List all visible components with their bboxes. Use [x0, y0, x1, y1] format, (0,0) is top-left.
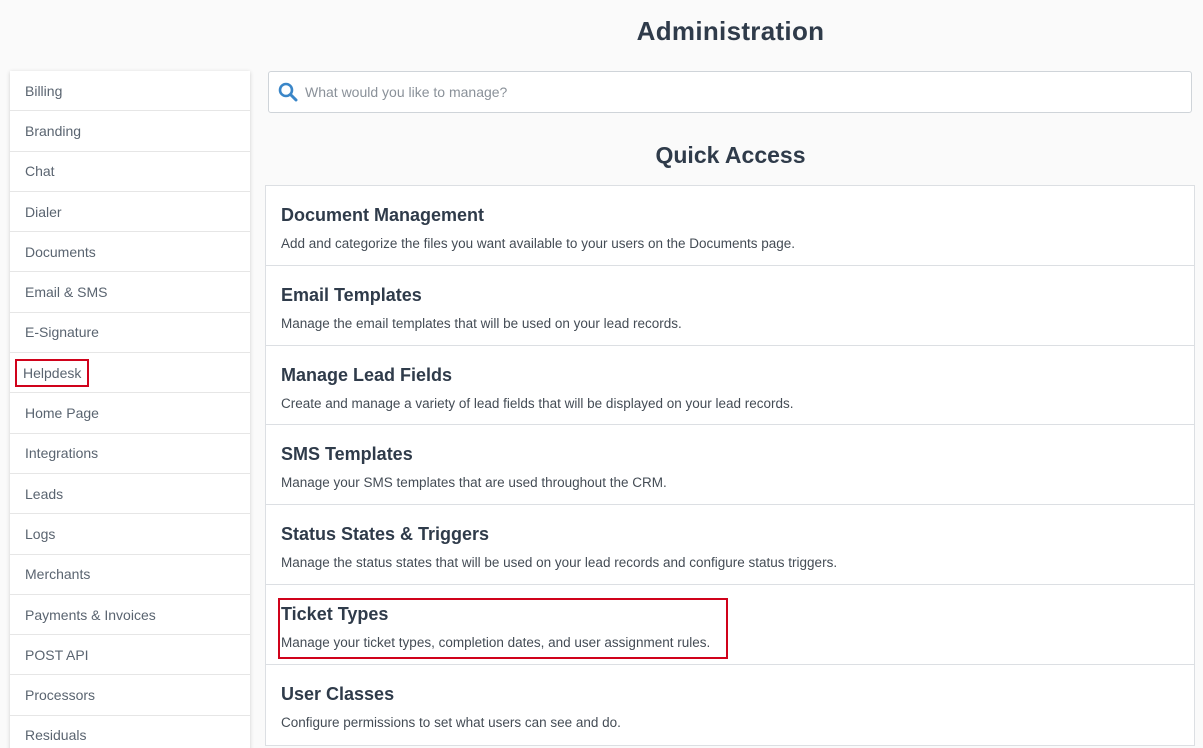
sidebar-item-label: Integrations — [25, 445, 99, 462]
search-box — [268, 71, 1192, 113]
sidebar-item-integrations[interactable]: Integrations — [10, 434, 250, 474]
search-input[interactable] — [305, 73, 1191, 111]
page-title: Administration — [636, 16, 825, 46]
sidebar-item-chat[interactable]: Chat — [10, 152, 250, 192]
sidebar-item-label: Home Page — [25, 405, 99, 422]
sidebar-item-payments-invoices[interactable]: Payments & Invoices — [10, 595, 250, 636]
quick-access-ticket-types[interactable]: Ticket Types Manage your ticket types, c… — [266, 585, 1194, 665]
quick-access-item-title: Status States & Triggers — [281, 524, 490, 545]
sidebar-item-label: Dialer — [25, 203, 62, 220]
quick-access-item-description: Configure permissions to set what users … — [281, 714, 621, 730]
quick-access-email-templates[interactable]: Email Templates Manage the email templat… — [266, 266, 1194, 346]
sidebar-item-label: POST API — [25, 646, 89, 663]
sidebar-item-label: Merchants — [25, 566, 91, 583]
sidebar-item-label: Processors — [25, 687, 96, 704]
quick-access-item-title: User Classes — [281, 683, 395, 704]
quick-access-title: Quick Access — [655, 142, 806, 168]
quick-access-item-description: Manage the status states that will be us… — [281, 555, 838, 571]
sidebar-item-label: Payments & Invoices — [25, 606, 156, 623]
administration-page: Administration Billing Branding Chat Dia… — [0, 0, 1203, 748]
sidebar-item-home-page[interactable]: Home Page — [10, 393, 250, 434]
sidebar-item-label: Email & SMS — [25, 284, 108, 301]
quick-access-item-description: Add and categorize the files you want av… — [281, 236, 796, 251]
quick-access-manage-lead-fields[interactable]: Manage Lead Fields Create and manage a v… — [266, 346, 1194, 426]
sidebar-item-helpdesk[interactable]: Helpdesk — [10, 353, 250, 394]
quick-access-status-states-triggers[interactable]: Status States & Triggers Manage the stat… — [266, 505, 1194, 585]
quick-access-sms-templates[interactable]: SMS Templates Manage your SMS templates … — [266, 425, 1194, 506]
quick-access-list: Document Management Add and categorize t… — [265, 185, 1195, 746]
sidebar-item-label: Documents — [25, 243, 96, 260]
sidebar-item-email-sms[interactable]: Email & SMS — [10, 272, 250, 313]
quick-access-item-description: Manage your SMS templates that are used … — [281, 475, 667, 491]
sidebar-item-dialer[interactable]: Dialer — [10, 192, 250, 233]
sidebar-item-merchants[interactable]: Merchants — [10, 555, 250, 595]
sidebar-item-label: E-Signature — [25, 324, 99, 341]
sidebar-item-label: Branding — [25, 122, 82, 139]
sidebar-item-post-api[interactable]: POST API — [10, 635, 250, 676]
quick-access-item-description: Manage your ticket types, completion dat… — [281, 634, 711, 650]
quick-access-item-title: Document Management — [281, 205, 485, 225]
sidebar-item-logs[interactable]: Logs — [10, 514, 250, 555]
sidebar-item-label: Residuals — [25, 727, 87, 744]
sidebar-item-label: Logs — [25, 525, 56, 542]
quick-access-item-description: Create and manage a variety of lead fiel… — [281, 395, 794, 411]
quick-access-item-title: Email Templates — [281, 284, 422, 305]
quick-access-item-description: Manage the email templates that will be … — [281, 315, 682, 331]
search-icon — [271, 72, 305, 112]
admin-sidebar: Billing Branding Chat Dialer Documents E… — [10, 71, 250, 748]
sidebar-item-residuals[interactable]: Residuals — [10, 716, 250, 748]
quick-access-item-title: SMS Templates — [281, 444, 413, 465]
sidebar-item-branding[interactable]: Branding — [10, 111, 250, 152]
sidebar-item-leads[interactable]: Leads — [10, 474, 250, 515]
sidebar-item-billing[interactable]: Billing — [10, 71, 250, 112]
sidebar-item-e-signature[interactable]: E-Signature — [10, 313, 250, 354]
sidebar-item-documents[interactable]: Documents — [10, 232, 250, 273]
quick-access-item-title: Ticket Types — [281, 603, 389, 624]
sidebar-item-label: Leads — [25, 485, 64, 502]
quick-access-document-management[interactable]: Document Management Add and categorize t… — [266, 186, 1194, 266]
sidebar-item-processors[interactable]: Processors — [10, 675, 250, 716]
sidebar-item-label: Billing — [25, 82, 63, 99]
sidebar-item-label: Chat — [25, 163, 55, 180]
quick-access-item-title: Manage Lead Fields — [281, 364, 453, 385]
sidebar-item-label: Helpdesk — [14, 358, 90, 387]
quick-access-user-classes[interactable]: User Classes Configure permissions to se… — [266, 665, 1194, 745]
